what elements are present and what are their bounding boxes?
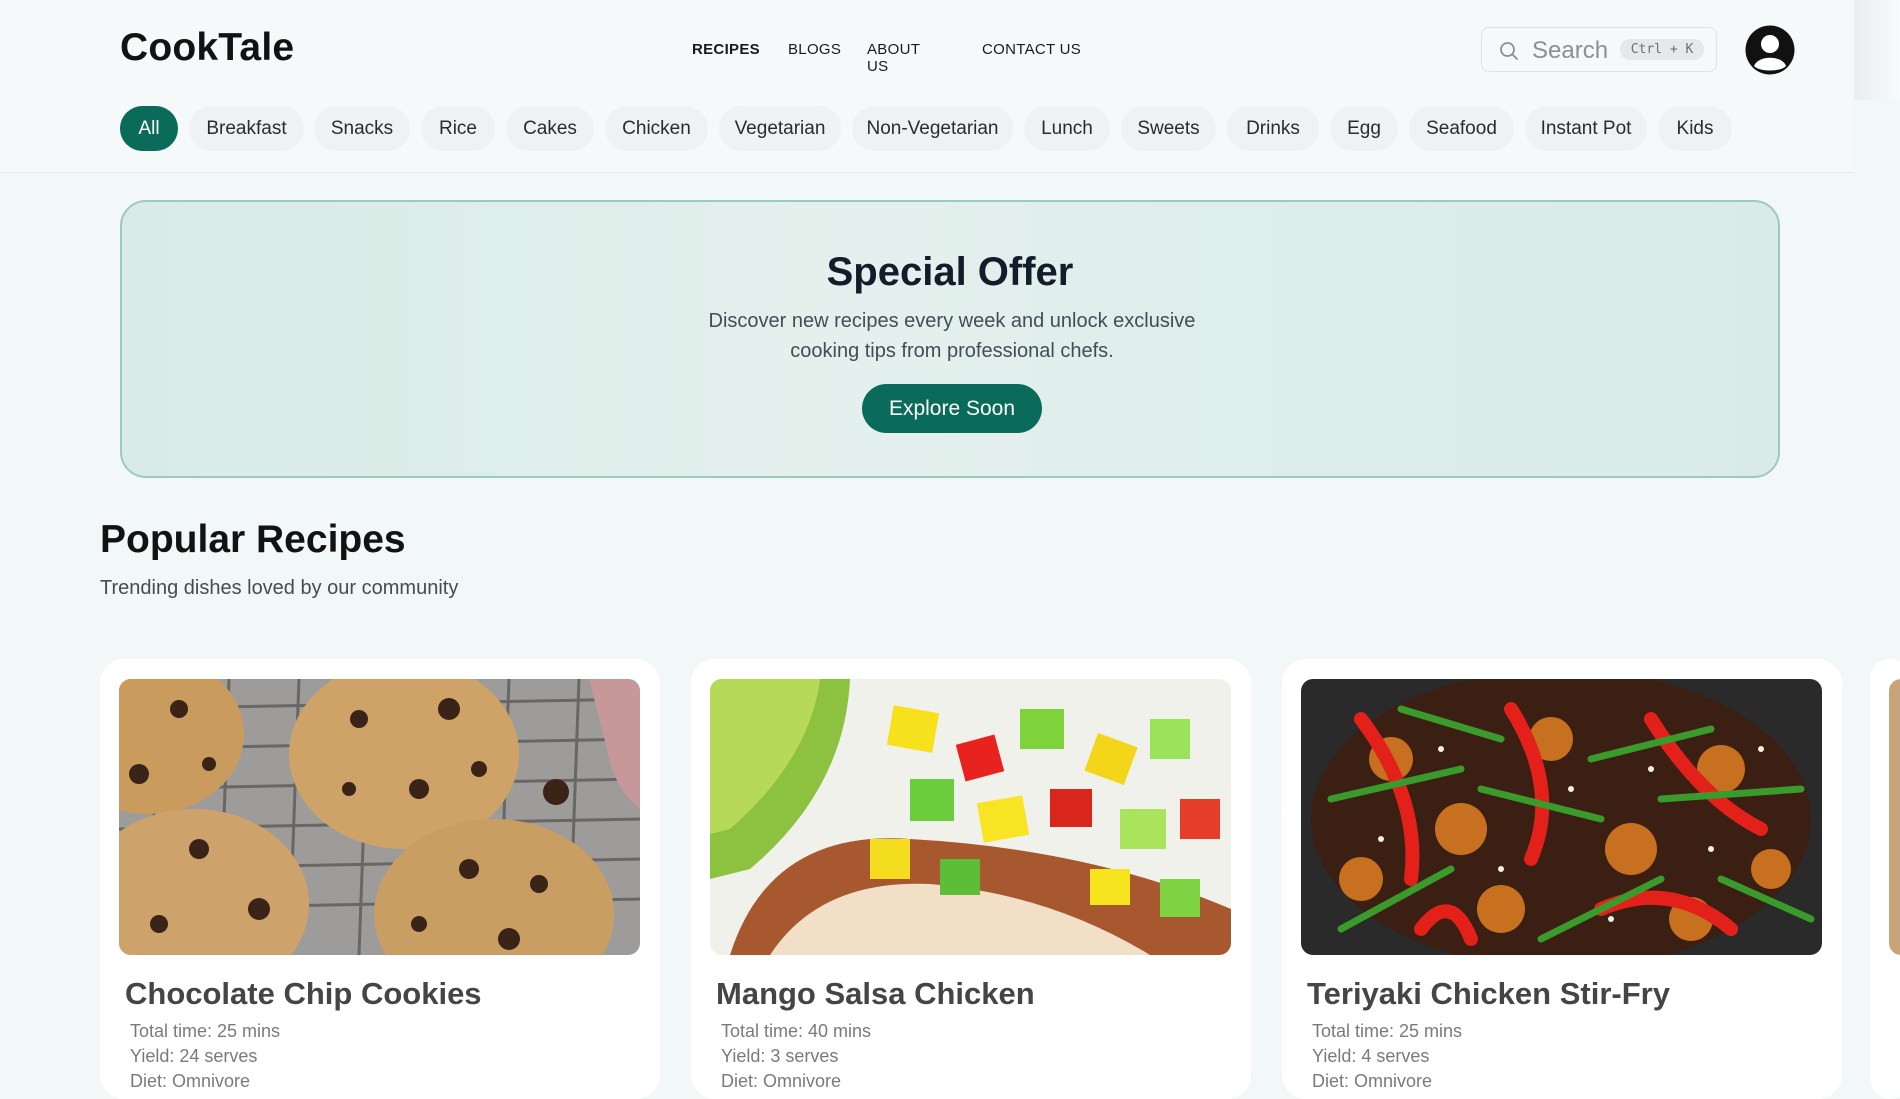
user-avatar-icon[interactable] xyxy=(1744,24,1796,76)
chip-breakfast[interactable]: Breakfast xyxy=(189,106,304,151)
recipe-title[interactable]: Mango Salsa Chicken xyxy=(716,976,1035,1012)
chip-seafood[interactable]: Seafood xyxy=(1409,106,1514,151)
chip-rice[interactable]: Rice xyxy=(421,106,495,151)
chip-instant-pot[interactable]: Instant Pot xyxy=(1525,106,1647,151)
chip-kids[interactable]: Kids xyxy=(1658,106,1732,151)
chip-snacks[interactable]: Snacks xyxy=(314,106,410,151)
chip-drinks[interactable]: Drinks xyxy=(1227,106,1319,151)
offer-text: Discover new recipes every week and unlo… xyxy=(708,310,1196,362)
search-box[interactable]: Search Ctrl + K xyxy=(1481,27,1717,72)
chip-chicken[interactable]: Chicken xyxy=(605,106,708,151)
offer-title: Special Offer xyxy=(826,250,1074,294)
chip-egg[interactable]: Egg xyxy=(1330,106,1398,151)
recipe-card[interactable]: Teriyaki Chicken Stir-Fry Total time: 25… xyxy=(1282,659,1842,1099)
recipe-image-cookies[interactable] xyxy=(119,679,640,955)
recipe-total-time: Total time: 25 mins xyxy=(130,1021,281,1041)
section-title: Popular Recipes xyxy=(100,518,406,561)
recipe-card-partial[interactable] xyxy=(1870,659,1900,1099)
chip-all[interactable]: All xyxy=(120,106,178,151)
recipe-yield: Yield: 24 serves xyxy=(130,1046,258,1066)
nav-blogs[interactable]: BLOGS xyxy=(788,41,841,58)
chip-vegetarian[interactable]: Vegetarian xyxy=(719,106,841,151)
recipe-image-teriyaki-stir-fry[interactable] xyxy=(1301,679,1822,955)
search-icon xyxy=(1500,42,1518,60)
chip-lunch[interactable]: Lunch xyxy=(1024,106,1110,151)
search-shortcut-badge: Ctrl + K xyxy=(1620,39,1704,60)
recipe-card[interactable]: Chocolate Chip Cookies Total time: 25 mi… xyxy=(100,659,660,1099)
recipe-image-mango-salsa-chicken[interactable] xyxy=(710,679,1231,955)
recipe-total-time: Total time: 25 mins xyxy=(1312,1021,1463,1041)
recipe-diet: Diet: Omnivore xyxy=(721,1071,842,1091)
recipe-card[interactable]: Mango Salsa Chicken Total time: 40 mins … xyxy=(691,659,1251,1099)
explore-soon-button[interactable]: Explore Soon xyxy=(862,384,1042,433)
recipe-total-time: Total time: 40 mins xyxy=(721,1021,872,1041)
chip-non-vegetarian[interactable]: Non-Vegetarian xyxy=(852,106,1013,151)
nav-contact-us[interactable]: CONTACT US xyxy=(982,41,1081,58)
recipe-title[interactable]: Teriyaki Chicken Stir-Fry xyxy=(1307,976,1670,1012)
recipe-diet: Diet: Omnivore xyxy=(130,1071,251,1091)
recipe-yield: Yield: 3 serves xyxy=(721,1046,839,1066)
chip-cakes[interactable]: Cakes xyxy=(506,106,594,151)
nav-recipes[interactable]: RECIPES xyxy=(692,41,760,58)
special-offer-banner: Special Offer Discover new recipes every… xyxy=(120,200,1780,478)
site-logo[interactable]: CookTale xyxy=(120,26,294,70)
recipe-title[interactable]: Chocolate Chip Cookies xyxy=(125,976,482,1012)
search-placeholder: Search xyxy=(1532,37,1609,64)
nav-about-us[interactable]: ABOUT US xyxy=(867,41,920,75)
top-header: CookTale RECIPES BLOGS ABOUT US CONTACT … xyxy=(0,0,1854,100)
chip-sweets[interactable]: Sweets xyxy=(1121,106,1216,151)
section-subtitle: Trending dishes loved by our community xyxy=(100,577,459,599)
recipe-diet: Diet: Omnivore xyxy=(1312,1071,1433,1091)
page-edge xyxy=(1854,0,1900,100)
recipe-yield: Yield: 4 serves xyxy=(1312,1046,1430,1066)
recipe-image-partial xyxy=(1889,679,1900,955)
